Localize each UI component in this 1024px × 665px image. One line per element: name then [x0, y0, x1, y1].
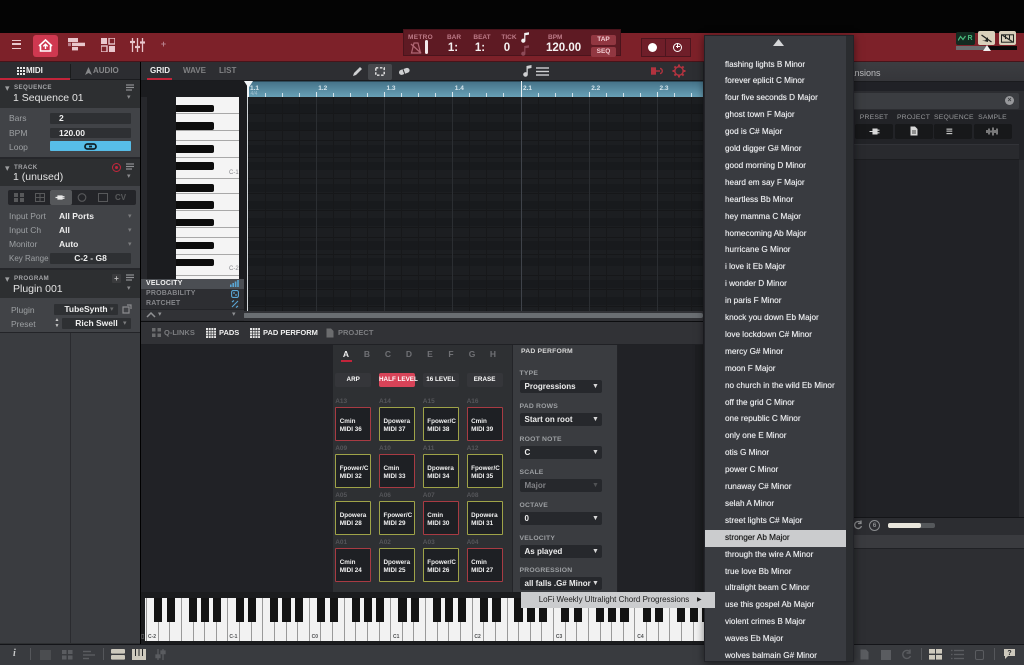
- svg-text:?: ?: [1007, 650, 1011, 657]
